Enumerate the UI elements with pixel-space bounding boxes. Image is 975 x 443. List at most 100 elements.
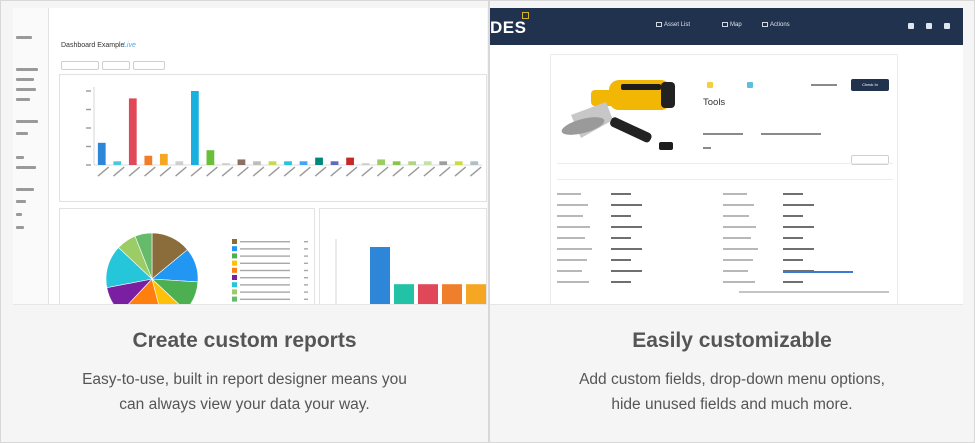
field-label bbox=[557, 281, 589, 283]
app-logo[interactable]: DES bbox=[490, 18, 526, 38]
bar bbox=[315, 157, 323, 165]
left-description-line-1: Easy-to-use, built in report designer me… bbox=[82, 371, 407, 388]
sidebar-item[interactable] bbox=[16, 200, 26, 203]
sidebar-item[interactable] bbox=[16, 120, 38, 123]
legend-label bbox=[240, 255, 290, 257]
x-tick-label bbox=[175, 166, 187, 177]
y-tick-label bbox=[86, 164, 91, 166]
bar-chart bbox=[86, 87, 482, 177]
second-bar-chart-card bbox=[319, 208, 487, 304]
field-label bbox=[557, 215, 583, 217]
pie-chart-card bbox=[59, 208, 315, 304]
bar bbox=[346, 157, 354, 165]
legend-label bbox=[240, 241, 290, 243]
bar bbox=[418, 284, 438, 304]
field-label bbox=[723, 259, 753, 261]
field-label bbox=[557, 204, 588, 206]
sidebar-item[interactable] bbox=[16, 156, 24, 159]
sidebar-item[interactable] bbox=[16, 98, 30, 101]
sidebar-item[interactable] bbox=[16, 188, 34, 191]
divider bbox=[557, 163, 893, 164]
field-value bbox=[783, 281, 803, 283]
legend-swatch bbox=[232, 260, 237, 266]
x-tick-label bbox=[454, 166, 467, 177]
field-label bbox=[723, 193, 747, 195]
product-page-screenshot: DES Asset List Map Actions Tools Check I… bbox=[490, 8, 963, 305]
legend-label bbox=[240, 269, 290, 272]
sidebar-item[interactable] bbox=[16, 226, 24, 229]
sidebar-item[interactable] bbox=[16, 166, 36, 169]
x-tick-label bbox=[299, 166, 311, 177]
meta-text bbox=[703, 147, 711, 149]
bar bbox=[222, 163, 230, 165]
bar bbox=[361, 163, 370, 165]
x-tick-label bbox=[144, 166, 156, 177]
nav-asset-list[interactable]: Asset List bbox=[656, 22, 690, 28]
y-tick-label bbox=[86, 108, 91, 111]
x-tick-label bbox=[237, 166, 249, 177]
bar bbox=[377, 159, 385, 165]
x-tick-label bbox=[361, 166, 373, 177]
sidebar-item[interactable] bbox=[16, 213, 22, 216]
bar bbox=[470, 161, 479, 165]
status-tag-teal bbox=[747, 82, 753, 88]
left-feature-panel: Dashboard Example Live Create custom rep… bbox=[0, 0, 489, 443]
app-navbar: DES Asset List Map Actions bbox=[490, 8, 963, 45]
field-value bbox=[611, 270, 642, 272]
field-label bbox=[723, 215, 749, 217]
x-tick-label bbox=[438, 166, 451, 177]
sidebar-item[interactable] bbox=[16, 88, 36, 91]
divider bbox=[557, 179, 893, 180]
left-description-line-2: can always view your data your way. bbox=[119, 396, 370, 413]
toolbar-button[interactable] bbox=[102, 61, 130, 70]
bar bbox=[253, 161, 261, 165]
field-value bbox=[611, 281, 631, 283]
sidebar-item[interactable] bbox=[16, 68, 38, 71]
bar bbox=[128, 98, 137, 165]
x-tick-label bbox=[283, 166, 296, 177]
legend-count bbox=[304, 241, 308, 243]
bar bbox=[442, 284, 462, 304]
sidebar-item[interactable] bbox=[16, 78, 34, 81]
user-icon[interactable] bbox=[908, 23, 914, 29]
legend-label bbox=[240, 248, 290, 250]
angle-grinder-image bbox=[561, 80, 675, 150]
pie-chart bbox=[105, 232, 308, 304]
sidebar-item[interactable] bbox=[16, 132, 28, 135]
y-tick-label bbox=[86, 90, 91, 92]
settings-button[interactable] bbox=[133, 61, 165, 70]
bar bbox=[237, 159, 246, 165]
check-in-button[interactable]: Check In bbox=[851, 79, 889, 91]
right-heading: Easily customizable bbox=[632, 329, 832, 352]
nav-actions[interactable]: Actions bbox=[762, 22, 790, 28]
logo-mark-icon bbox=[522, 12, 529, 19]
nav-map[interactable]: Map bbox=[722, 22, 742, 28]
legend-swatch bbox=[232, 253, 237, 259]
nav-label: Map bbox=[730, 22, 742, 28]
message-icon[interactable] bbox=[926, 23, 932, 29]
dashboard-screenshot: Dashboard Example Live bbox=[13, 8, 487, 305]
right-feature-panel: DES Asset List Map Actions Tools Check I… bbox=[489, 0, 975, 443]
list-icon bbox=[656, 22, 662, 27]
field-value bbox=[783, 248, 814, 250]
add-widget-button[interactable] bbox=[61, 61, 99, 70]
x-tick-label bbox=[345, 166, 358, 177]
field-value bbox=[783, 215, 803, 217]
field-label bbox=[557, 248, 592, 250]
sidebar-item[interactable] bbox=[16, 36, 32, 39]
settings-icon[interactable] bbox=[944, 23, 950, 29]
dashboard-link[interactable]: Live bbox=[123, 42, 136, 49]
y-tick-label bbox=[86, 127, 91, 129]
legend-count bbox=[304, 262, 308, 264]
x-tick-label bbox=[407, 166, 420, 177]
field-value bbox=[783, 204, 814, 206]
x-tick-label bbox=[376, 166, 389, 177]
product-detail-card: Tools Check In bbox=[550, 54, 898, 304]
field-value bbox=[611, 215, 631, 217]
bar bbox=[113, 161, 122, 165]
meta-text bbox=[703, 133, 743, 135]
meta-text bbox=[761, 133, 821, 135]
x-tick-label bbox=[392, 166, 405, 177]
field-link[interactable] bbox=[783, 271, 853, 273]
legend-count bbox=[304, 248, 308, 250]
